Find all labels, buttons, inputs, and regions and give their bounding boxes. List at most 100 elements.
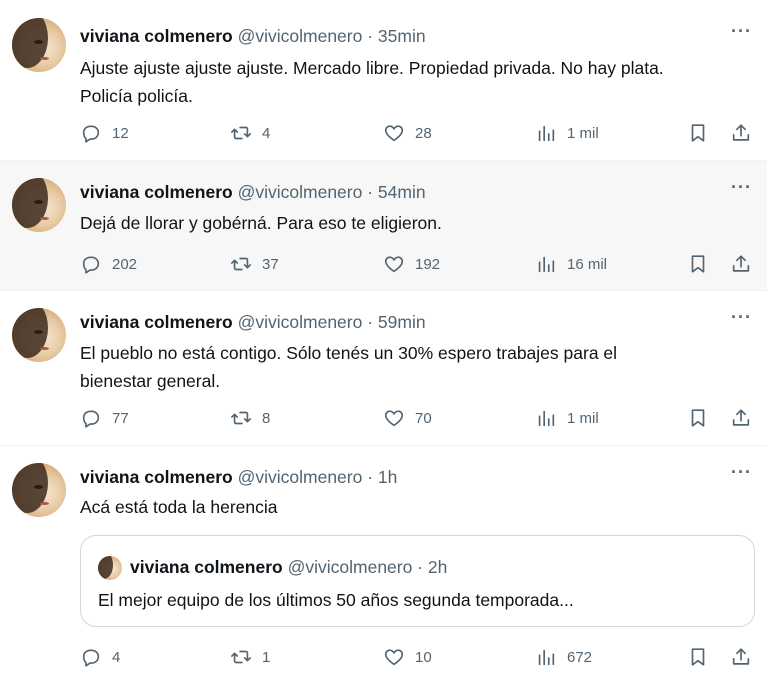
reply-count: 202: [112, 255, 138, 273]
views-button[interactable]: 16 mil: [535, 251, 607, 277]
reply-icon: [82, 125, 100, 143]
like-count: 70: [415, 409, 432, 427]
retweet-button[interactable]: 1: [230, 644, 270, 670]
heart-icon: [384, 649, 404, 666]
share-button[interactable]: [730, 251, 752, 277]
bookmark-button[interactable]: [687, 251, 709, 277]
retweet-button[interactable]: 37: [230, 251, 279, 277]
author-name[interactable]: viviana colmenero: [80, 467, 233, 487]
tweet[interactable]: viviana colmenero @vivicolmenero · 35min…: [0, 0, 767, 161]
views-count: 1 mil: [567, 124, 599, 142]
views-count: 1 mil: [567, 409, 599, 427]
timestamp[interactable]: 1h: [378, 467, 397, 487]
like-button[interactable]: 192: [383, 251, 440, 277]
reply-icon: [82, 410, 100, 428]
tweet-header: viviana colmenero @vivicolmenero · 1h: [80, 466, 397, 488]
retweet-button[interactable]: 4: [230, 120, 270, 146]
avatar[interactable]: [12, 18, 66, 72]
more-icon[interactable]: ···: [731, 22, 751, 45]
share-icon: [732, 124, 750, 141]
quoted-author-handle: @vivicolmenero: [287, 557, 413, 577]
retweet-count: 8: [262, 409, 271, 427]
like-button[interactable]: 28: [383, 120, 432, 146]
timestamp[interactable]: 59min: [378, 312, 426, 332]
quoted-header: viviana colmenero @vivicolmenero · 2h: [130, 556, 447, 578]
author-handle[interactable]: @vivicolmenero: [238, 312, 363, 332]
action-bar: 4 1 10 672: [80, 644, 760, 670]
avatar[interactable]: [12, 308, 66, 362]
views-icon: [538, 649, 555, 666]
author-name[interactable]: viviana colmenero: [80, 182, 233, 202]
like-button[interactable]: 10: [383, 644, 432, 670]
like-count: 192: [415, 255, 441, 273]
retweet-icon: [231, 257, 251, 271]
like-button[interactable]: 70: [383, 405, 432, 431]
bookmark-icon: [691, 409, 705, 427]
share-icon: [732, 255, 750, 272]
views-button[interactable]: 1 mil: [535, 405, 599, 431]
views-count: 16 mil: [567, 255, 608, 273]
author-handle[interactable]: @vivicolmenero: [238, 467, 363, 487]
tweet-text: Ajuste ajuste ajuste ajuste. Mercado lib…: [80, 54, 750, 110]
separator: ·: [367, 467, 374, 487]
timeline: viviana colmenero @vivicolmenero · 35min…: [0, 0, 767, 679]
share-button[interactable]: [730, 644, 752, 670]
separator: ·: [417, 557, 424, 577]
more-icon[interactable]: ···: [731, 308, 751, 331]
views-button[interactable]: 672: [535, 644, 592, 670]
reply-count: 12: [112, 124, 129, 142]
share-button[interactable]: [730, 120, 752, 146]
share-button[interactable]: [730, 405, 752, 431]
tweet-text-line: Dejá de llorar y gobérná. Para eso te el…: [80, 213, 442, 233]
heart-icon: [384, 410, 404, 427]
tweet[interactable]: viviana colmenero @vivicolmenero · 59min…: [0, 291, 767, 446]
timestamp[interactable]: 54min: [378, 182, 426, 202]
reply-count: 77: [112, 409, 129, 427]
retweet-count: 37: [262, 255, 279, 273]
tweet-text-line: Acá está toda la herencia: [80, 497, 278, 517]
author-handle[interactable]: @vivicolmenero: [238, 26, 363, 46]
tweet-header: viviana colmenero @vivicolmenero · 35min: [80, 25, 426, 47]
tweet-text-line: Policía policía.: [80, 86, 193, 106]
separator: ·: [367, 182, 374, 202]
reply-icon: [82, 256, 100, 274]
share-icon: [732, 648, 750, 665]
author-name[interactable]: viviana colmenero: [80, 26, 233, 46]
timestamp[interactable]: 35min: [378, 26, 426, 46]
tweet-header: viviana colmenero @vivicolmenero · 54min: [80, 181, 426, 203]
reply-count: 4: [112, 648, 121, 666]
bookmark-icon: [691, 255, 705, 273]
more-icon[interactable]: ···: [731, 178, 751, 201]
author-name[interactable]: viviana colmenero: [80, 312, 233, 332]
retweet-count: 1: [262, 648, 271, 666]
tweet-text-line: El pueblo no está contigo. Sólo tenés un…: [80, 343, 618, 363]
like-count: 10: [415, 648, 432, 666]
views-button[interactable]: 1 mil: [535, 120, 599, 146]
reply-button[interactable]: 202: [80, 251, 137, 277]
bookmark-button[interactable]: [687, 120, 709, 146]
retweet-icon: [231, 411, 251, 425]
author-handle[interactable]: @vivicolmenero: [238, 182, 363, 202]
retweet-button[interactable]: 8: [230, 405, 270, 431]
more-icon[interactable]: ···: [731, 463, 751, 486]
avatar[interactable]: [12, 178, 66, 232]
quoted-tweet[interactable]: viviana colmenero @vivicolmenero · 2h El…: [80, 535, 755, 627]
heart-icon: [384, 256, 404, 273]
quoted-text: El mejor equipo de los últimos 50 años s…: [98, 590, 574, 610]
views-icon: [538, 256, 555, 273]
quoted-avatar[interactable]: [98, 556, 122, 580]
tweet[interactable]: viviana colmenero @vivicolmenero · 54min…: [0, 161, 767, 291]
reply-button[interactable]: 77: [80, 405, 129, 431]
avatar[interactable]: [12, 463, 66, 517]
share-icon: [732, 409, 750, 426]
tweet-text-line: Ajuste ajuste ajuste ajuste. Mercado lib…: [80, 58, 664, 78]
reply-button[interactable]: 12: [80, 120, 129, 146]
quoted-timestamp: 2h: [427, 557, 448, 577]
reply-button[interactable]: 4: [80, 644, 120, 670]
reply-icon: [82, 649, 100, 667]
like-count: 28: [415, 124, 432, 142]
views-icon: [538, 410, 555, 427]
bookmark-button[interactable]: [687, 405, 709, 431]
bookmark-button[interactable]: [687, 644, 709, 670]
action-bar: 77 8 70 1 mil: [80, 405, 760, 431]
